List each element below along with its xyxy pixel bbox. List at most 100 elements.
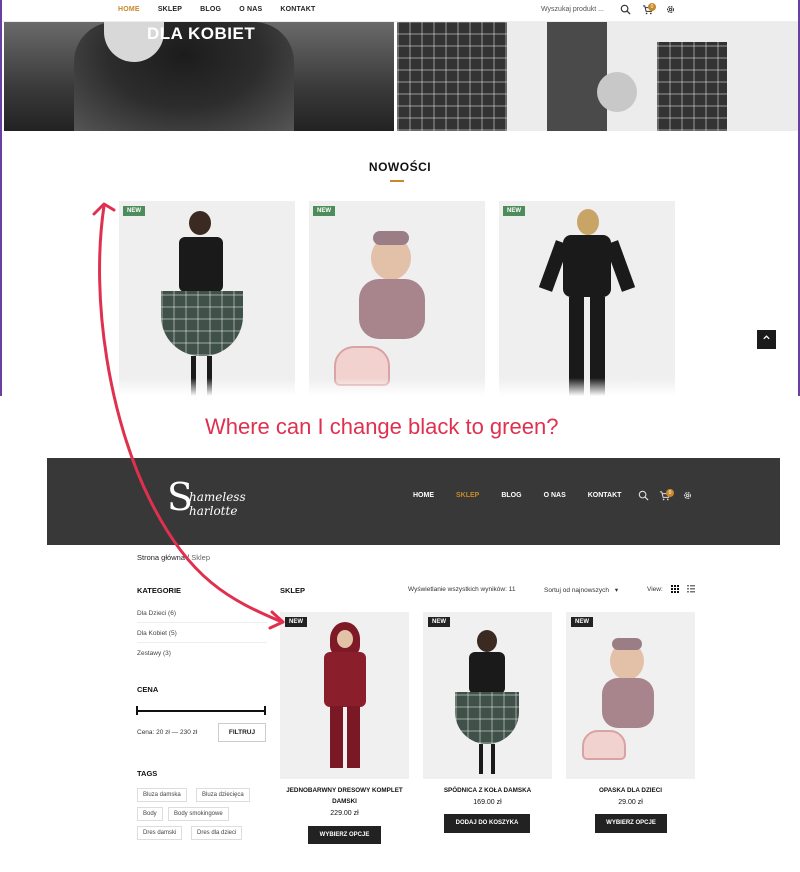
choose-options-button[interactable]: WYBIERZ OPCJE	[595, 814, 667, 833]
product-photo-head	[577, 209, 599, 235]
product-photo-leg	[347, 706, 360, 768]
product-photo-body	[359, 279, 425, 339]
price-slider-min-handle[interactable]	[136, 706, 138, 715]
category-item[interactable]: Zestawy (3)	[137, 650, 267, 662]
fade-overlay	[2, 378, 798, 396]
add-to-cart-button[interactable]: DODAJ DO KOSZYKA	[444, 814, 530, 833]
product-card[interactable]: NEW	[309, 201, 485, 396]
sort-select[interactable]: Sortuj od najnowszych ▾	[544, 586, 618, 594]
logo-line1: hameless	[189, 490, 246, 504]
result-count: Wyświetlanie wszystkich wyników: 11	[408, 586, 516, 593]
bottom-screenshot: S hameless harlotte HOME SKLEP BLOG O NA…	[47, 458, 780, 844]
plaid-fabric	[397, 22, 507, 131]
product-name[interactable]: JEDNOBARWNY DRESOWY KOMPLET DAMSKI	[280, 785, 409, 807]
tag-link[interactable]: Body smokingowe	[168, 807, 229, 821]
new-badge: NEW	[503, 206, 525, 216]
product-card[interactable]: NEW	[566, 612, 695, 779]
product-name[interactable]: SPÓDNICA Z KOŁA DAMSKA	[423, 785, 552, 796]
product-photo-top	[179, 237, 223, 292]
tag-link[interactable]: Body	[137, 807, 163, 821]
search-icon[interactable]	[620, 4, 631, 18]
breadcrumb: Strona główna / Sklep	[137, 553, 210, 562]
new-badge: NEW	[428, 617, 450, 627]
grid-view-icon[interactable]	[671, 585, 679, 595]
price-range-text: Cena: 20 zł — 230 zł	[137, 729, 198, 736]
product-card[interactable]: NEW	[499, 201, 675, 396]
chevron-down-icon: ▾	[614, 587, 619, 594]
search-icon[interactable]	[638, 490, 649, 504]
nav-blog[interactable]: BLOG	[501, 492, 521, 499]
new-badge: NEW	[313, 206, 335, 216]
price-slider-max-handle[interactable]	[264, 706, 266, 715]
filter-button[interactable]: FILTRUJ	[218, 723, 266, 742]
category-item[interactable]: Dla Kobiet (5)	[137, 630, 267, 643]
gear-icon[interactable]	[665, 4, 676, 18]
gear-icon[interactable]	[682, 490, 693, 504]
shop-header: S hameless harlotte HOME SKLEP BLOG O NA…	[47, 458, 780, 545]
price-slider-track[interactable]	[137, 710, 265, 712]
tag-link[interactable]: Bluza dziecięca	[196, 788, 250, 802]
categories-heading: KATEGORIE	[137, 586, 182, 595]
product-photo-head	[189, 211, 211, 235]
product-photo-headband	[373, 231, 409, 245]
product-card[interactable]: NEW	[280, 612, 409, 779]
plaid-dress	[657, 42, 727, 131]
price-heading: CENA	[137, 685, 159, 694]
cart-count-badge: 0	[666, 489, 674, 497]
hero-title: DLA KOBIET	[147, 24, 256, 43]
tag-link[interactable]: Bluza damska	[137, 788, 187, 802]
product-photo-leg	[491, 744, 495, 774]
nav-shop[interactable]: SKLEP	[456, 492, 479, 499]
view-label: View:	[647, 586, 663, 593]
search-input[interactable]: Wyszukaj produkt ...	[541, 6, 604, 13]
product-card[interactable]: NEW	[423, 612, 552, 779]
shop-title: SKLEP	[280, 586, 306, 595]
new-badge: NEW	[123, 206, 145, 216]
product-price: 29.00 zł	[618, 799, 643, 806]
top-screenshot: HOME SKLEP BLOG O NAS KONTAKT Wyszukaj p…	[0, 0, 800, 396]
product-name[interactable]: OPASKA DLA DZIECI	[566, 785, 695, 796]
sort-select-value: Sortuj od najnowszych	[544, 587, 610, 594]
nav-about[interactable]: O NAS	[544, 492, 566, 499]
main-menu: HOME SKLEP BLOG O NAS KONTAKT	[413, 492, 643, 499]
product-photo-face	[337, 630, 353, 648]
product-photo-top	[469, 652, 505, 694]
breadcrumb-separator: /	[187, 553, 190, 562]
nav-home[interactable]: HOME	[118, 6, 140, 13]
product-photo-head	[477, 630, 497, 652]
product-photo-body	[602, 678, 654, 728]
product-photo-headband	[612, 638, 642, 650]
tag-link[interactable]: Dres dla dzieci	[191, 826, 243, 840]
nav-blog[interactable]: BLOG	[200, 6, 221, 13]
tags-heading: TAGS	[137, 769, 158, 778]
top-navbar: HOME SKLEP BLOG O NAS KONTAKT Wyszukaj p…	[2, 0, 798, 22]
product-photo-leg	[330, 706, 343, 768]
title-underline	[390, 180, 404, 182]
nav-about[interactable]: O NAS	[239, 6, 262, 13]
product-photo-skirt	[161, 291, 243, 356]
breadcrumb-current: Sklep	[191, 553, 210, 562]
top-menu: HOME SKLEP BLOG O NAS KONTAKT	[118, 6, 333, 13]
product-price: 229.00 zł	[330, 810, 359, 817]
product-card[interactable]: NEW	[119, 201, 295, 396]
category-item[interactable]: Dla Dzieci (6)	[137, 610, 267, 623]
choose-options-button[interactable]: WYBIERZ OPCJE	[308, 826, 381, 844]
product-photo-hoodie	[324, 652, 366, 707]
hero-photo-figure	[547, 22, 607, 131]
nav-home[interactable]: HOME	[413, 492, 434, 499]
nav-contact[interactable]: KONTAKT	[280, 6, 315, 13]
list-view-icon[interactable]	[687, 585, 695, 595]
breadcrumb-home[interactable]: Strona główna	[137, 553, 185, 562]
tag-link[interactable]: Dres damski	[137, 826, 183, 840]
product-photo-skirt	[455, 692, 519, 744]
cart-count-badge: 0	[648, 3, 656, 11]
nav-contact[interactable]: KONTAKT	[588, 492, 622, 499]
hero-banner-kids[interactable]	[397, 22, 798, 131]
brand-logo[interactable]: S hameless harlotte	[167, 478, 257, 526]
product-price: 169.00 zł	[473, 799, 502, 806]
product-photo-leg	[479, 744, 483, 774]
back-to-top-button[interactable]	[757, 330, 776, 349]
nav-shop[interactable]: SKLEP	[158, 6, 182, 13]
logo-line2: harlotte	[189, 504, 238, 518]
product-photo-toy-car	[582, 730, 626, 760]
